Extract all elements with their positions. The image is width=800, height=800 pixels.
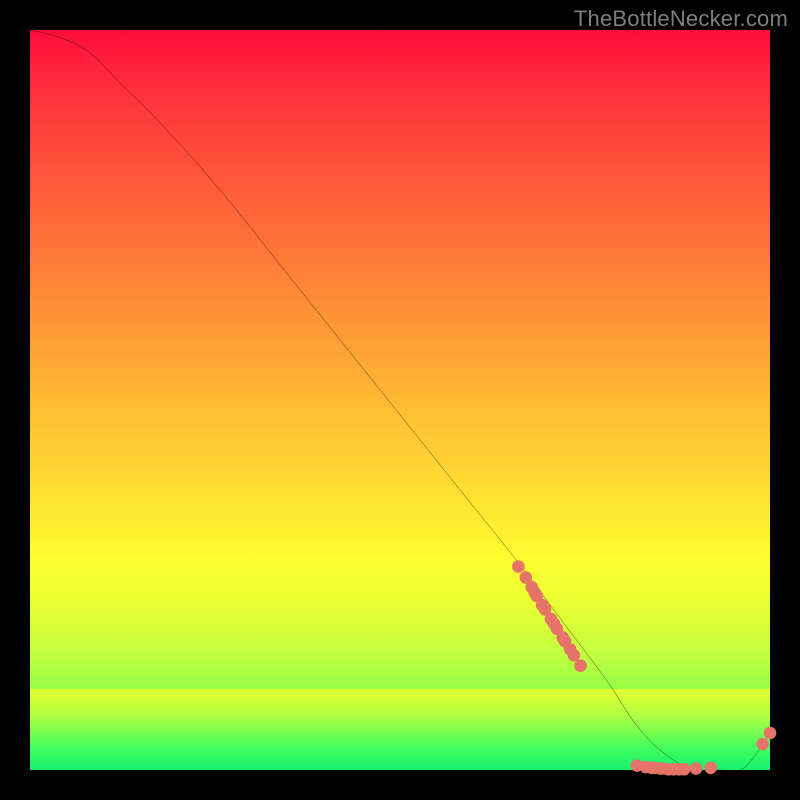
chart-svg bbox=[30, 30, 770, 770]
chart-stage: TheBottleNecker.com bbox=[0, 0, 800, 800]
marker-dot bbox=[678, 763, 691, 776]
marker-dot bbox=[574, 659, 587, 672]
bottleneck-curve-line bbox=[30, 30, 770, 771]
marker-dot bbox=[705, 761, 718, 774]
curve-markers bbox=[512, 560, 776, 775]
marker-dot bbox=[512, 560, 525, 573]
marker-dot bbox=[764, 727, 777, 740]
plot-area bbox=[30, 30, 770, 770]
marker-dot bbox=[568, 649, 581, 662]
marker-dot bbox=[756, 738, 769, 751]
watermark-text: TheBottleNecker.com bbox=[574, 6, 788, 32]
marker-dot bbox=[690, 762, 703, 775]
